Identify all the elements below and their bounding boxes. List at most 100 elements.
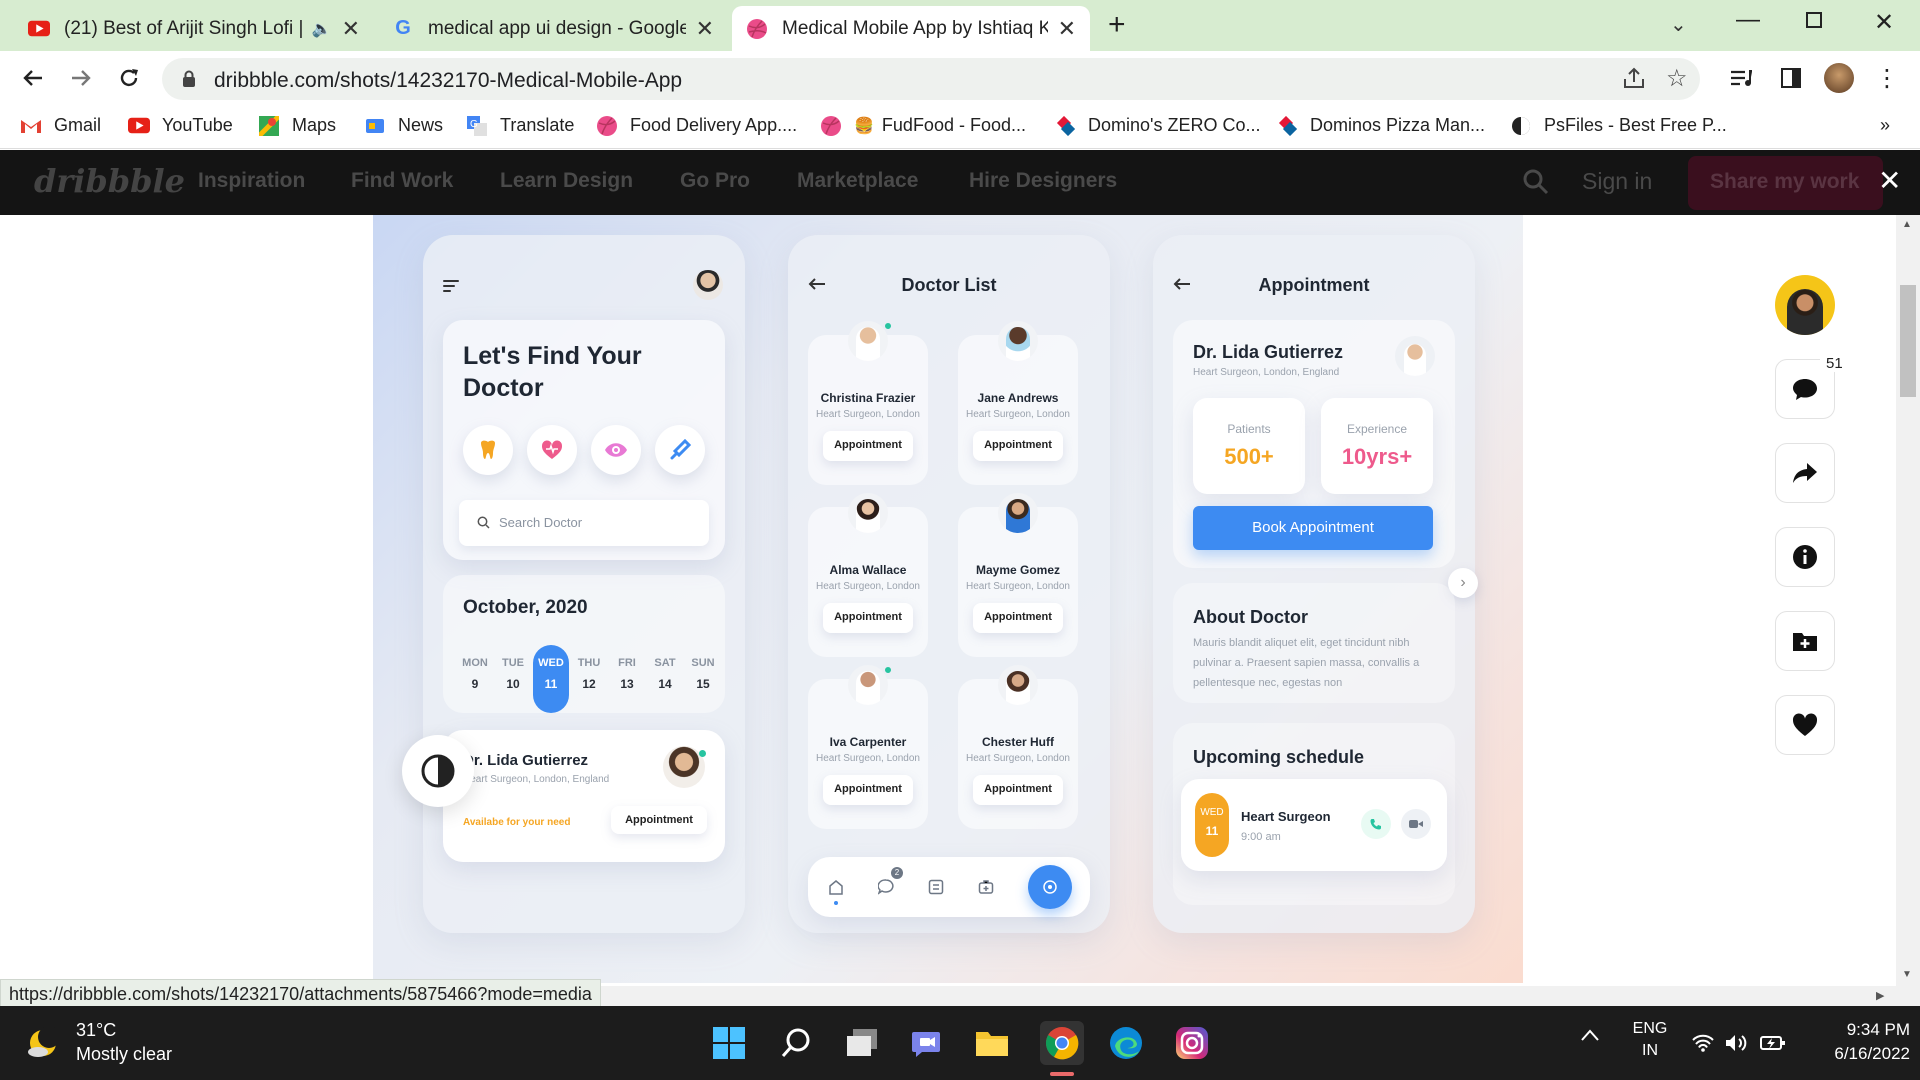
schedule-card[interactable]: WED 11 Heart Surgeon 9:00 am: [1181, 779, 1447, 871]
scroll-thumb[interactable]: [1900, 285, 1916, 397]
add-fab-button[interactable]: [1028, 865, 1072, 909]
nav-hire-designers[interactable]: Hire Designers: [969, 169, 1117, 193]
save-to-collection-button[interactable]: [1775, 611, 1835, 671]
clock[interactable]: 9:34 PM 6/16/2022: [1800, 1020, 1910, 1064]
scroll-down-icon[interactable]: ▼: [1902, 969, 1912, 980]
tab-google[interactable]: G medical app ui design - Google S ✕: [378, 6, 728, 51]
nav-go-pro[interactable]: Go Pro: [680, 169, 750, 193]
speaker-icon[interactable]: 🔈: [312, 19, 332, 39]
address-bar[interactable]: dribbble.com/shots/14232170-Medical-Mobi…: [162, 58, 1700, 100]
bookmarks-overflow[interactable]: »: [1880, 115, 1890, 136]
date-wed-selected[interactable]: WED 11: [533, 645, 569, 713]
search-input[interactable]: Search Doctor: [459, 500, 709, 546]
appointment-button[interactable]: Appointment: [973, 431, 1063, 461]
tab-search-icon[interactable]: ⌄: [1670, 12, 1687, 37]
close-overlay-icon[interactable]: ✕: [1878, 164, 1901, 197]
search-icon[interactable]: [776, 1023, 816, 1063]
chat-icon[interactable]: [878, 879, 894, 895]
date-mon[interactable]: MON 9: [457, 657, 493, 691]
vertical-scrollbar[interactable]: ▲ ▼: [1896, 215, 1920, 986]
info-button[interactable]: [1775, 527, 1835, 587]
volume-icon[interactable]: [1724, 1033, 1748, 1053]
date-fri[interactable]: FRI 13: [609, 657, 645, 691]
search-icon[interactable]: [1522, 168, 1550, 196]
side-panel-icon[interactable]: [1776, 63, 1806, 93]
battery-icon[interactable]: [1760, 1034, 1786, 1052]
media-control-icon[interactable]: [1726, 63, 1756, 93]
weather-widget[interactable]: 31°C Mostly clear: [26, 1020, 206, 1068]
bookmark-dominos-zero[interactable]: Domino's ZERO Co...: [1054, 115, 1260, 136]
bookmark-psfiles[interactable]: PsFiles - Best Free P...: [1510, 115, 1727, 136]
sign-in-link[interactable]: Sign in: [1582, 168, 1652, 195]
tab-dribbble[interactable]: Medical Mobile App by Ishtiaq Kh ✕: [732, 6, 1090, 51]
like-button[interactable]: [1775, 695, 1835, 755]
appointment-button[interactable]: Appointment: [973, 775, 1063, 805]
date-sun[interactable]: SUN 15: [685, 657, 721, 691]
windows-start-icon[interactable]: [709, 1023, 749, 1063]
tab-youtube[interactable]: (21) Best of Arijit Singh Lofi | 🔈 ✕: [14, 6, 374, 51]
scroll-right-icon[interactable]: ▶: [1876, 989, 1884, 1002]
nav-inspiration[interactable]: Inspiration: [198, 169, 305, 193]
eye-icon[interactable]: [591, 425, 641, 475]
bookmark-food-delivery[interactable]: Food Delivery App....: [596, 115, 797, 136]
shot-image[interactable]: Let's Find Your Doctor Search Doctor Oct…: [373, 215, 1523, 983]
menu-kebab-icon[interactable]: ⋮: [1872, 63, 1902, 93]
bookmark-dominos-menu[interactable]: Dominos Pizza Man...: [1276, 115, 1485, 136]
appointment-button[interactable]: Appointment: [611, 806, 707, 834]
theme-toggle-button[interactable]: [402, 735, 474, 807]
phone-call-icon[interactable]: [1361, 809, 1391, 839]
date-sat[interactable]: SAT 14: [647, 657, 683, 691]
tooth-icon[interactable]: [463, 425, 513, 475]
share-work-button[interactable]: Share my work: [1688, 156, 1883, 210]
close-tab-icon[interactable]: ✕: [696, 16, 714, 42]
forward-icon[interactable]: [66, 63, 96, 93]
doctor-card-mayme[interactable]: Mayme Gomez Heart Surgeon, London Appoin…: [958, 493, 1078, 657]
date-thu[interactable]: THU 12: [571, 657, 607, 691]
bookmark-gmail[interactable]: Gmail: [20, 115, 101, 136]
back-icon[interactable]: [18, 63, 48, 93]
bookmark-news[interactable]: News: [364, 115, 443, 136]
bookmark-fudfood[interactable]: 🍔 FudFood - Food...: [820, 115, 1026, 136]
doctor-card-chester[interactable]: Chester Huff Heart Surgeon, London Appoi…: [958, 665, 1078, 829]
wifi-icon[interactable]: [1692, 1034, 1714, 1052]
instagram-icon[interactable]: [1172, 1023, 1212, 1063]
home-icon[interactable]: [828, 879, 844, 895]
appointment-button[interactable]: Appointment: [823, 603, 913, 633]
bookmark-maps[interactable]: Maps: [258, 115, 336, 136]
show-hidden-icons-chevron[interactable]: [1580, 1028, 1600, 1042]
close-window-button[interactable]: ✕: [1874, 8, 1894, 37]
bookmark-translate[interactable]: G Translate: [466, 115, 574, 136]
doctor-card-alma[interactable]: Alma Wallace Heart Surgeon, London Appoi…: [808, 493, 928, 657]
doctor-card-christina[interactable]: Christina Frazier Heart Surgeon, London …: [808, 321, 928, 485]
minimize-button[interactable]: —: [1736, 6, 1760, 34]
doctor-card-jane[interactable]: Jane Andrews Heart Surgeon, London Appoi…: [958, 321, 1078, 485]
restore-button[interactable]: [1806, 12, 1822, 28]
chrome-taskbar-icon[interactable]: [1040, 1021, 1084, 1065]
teams-chat-icon[interactable]: [906, 1023, 946, 1063]
profile-avatar[interactable]: [1824, 63, 1854, 93]
share-page-icon[interactable]: [1622, 67, 1646, 89]
close-tab-icon[interactable]: ✕: [1058, 16, 1076, 42]
menu-icon[interactable]: [443, 279, 459, 293]
task-view-icon[interactable]: [842, 1023, 882, 1063]
nav-learn-design[interactable]: Learn Design: [500, 169, 633, 193]
new-tab-button[interactable]: +: [1108, 8, 1126, 42]
appointment-button[interactable]: Appointment: [973, 603, 1063, 633]
dribbble-logo[interactable]: dribbble: [34, 162, 185, 200]
scroll-up-icon[interactable]: ▲: [1902, 219, 1912, 230]
share-button[interactable]: [1775, 443, 1835, 503]
date-tue[interactable]: TUE 10: [495, 657, 531, 691]
book-appointment-button[interactable]: Book Appointment: [1193, 506, 1433, 550]
edge-icon[interactable]: [1106, 1023, 1146, 1063]
appointment-button[interactable]: Appointment: [823, 431, 913, 461]
doctor-card-iva[interactable]: Iva Carpenter Heart Surgeon, London Appo…: [808, 665, 928, 829]
syringe-icon[interactable]: [655, 425, 705, 475]
doctor-card[interactable]: Dr. Lida Gutierrez Heart Surgeon, London…: [443, 730, 725, 862]
user-avatar[interactable]: [693, 270, 723, 300]
language-indicator[interactable]: ENG IN: [1630, 1020, 1670, 1060]
file-explorer-icon[interactable]: [972, 1023, 1012, 1063]
nav-find-work[interactable]: Find Work: [351, 169, 453, 193]
video-call-icon[interactable]: [1401, 809, 1431, 839]
appointment-button[interactable]: Appointment: [823, 775, 913, 805]
reload-icon[interactable]: [114, 63, 144, 93]
